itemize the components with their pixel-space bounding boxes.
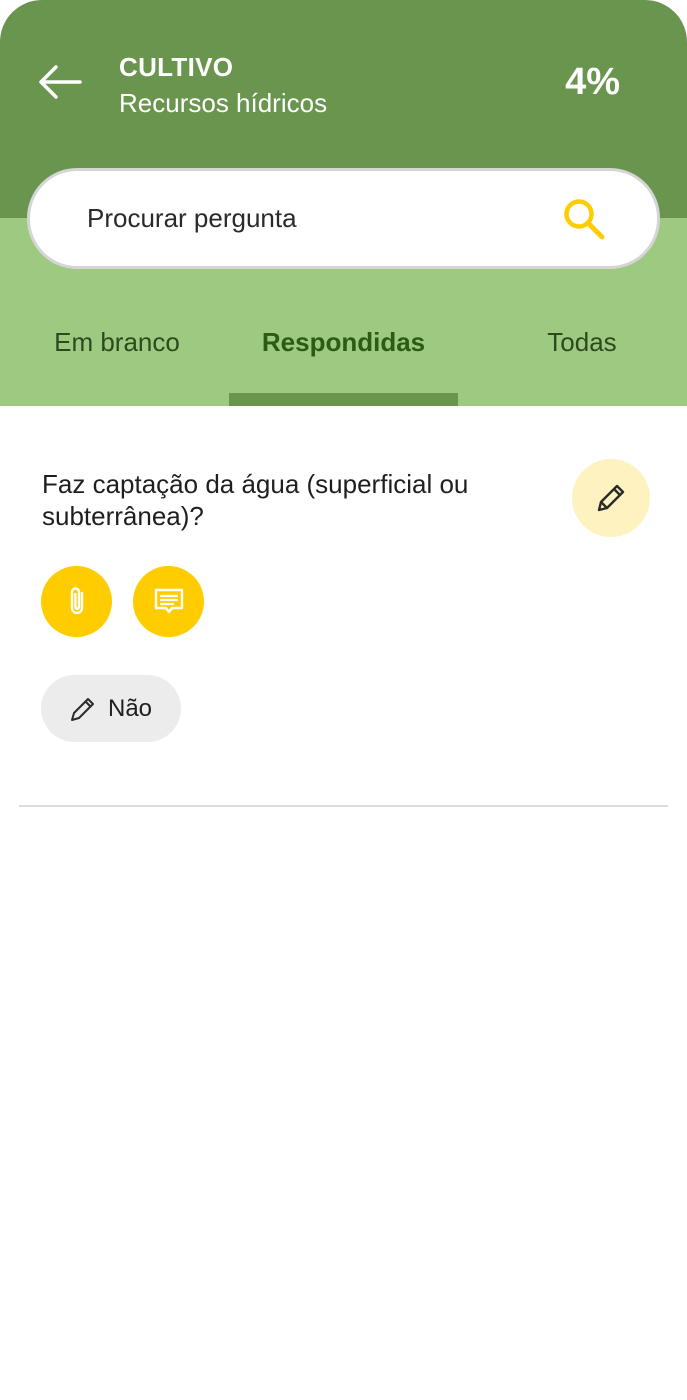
search-bar[interactable]	[27, 168, 660, 269]
arrow-left-icon	[39, 65, 82, 99]
tab-blank[interactable]: Em branco	[28, 322, 206, 362]
page-title: CULTIVO	[119, 52, 234, 82]
back-button[interactable]	[30, 56, 90, 108]
comment-icon	[154, 588, 183, 613]
question-text: Faz captação da água (superficial ou sub…	[42, 469, 469, 531]
tab-bar: Em branco Respondidas Todas	[0, 300, 687, 406]
active-tab-indicator	[229, 393, 458, 406]
comment-button[interactable]	[133, 566, 204, 637]
header-titles: CULTIVO Recursos hídricos	[119, 52, 327, 120]
answer-chip[interactable]: Não	[41, 675, 181, 742]
search-icon[interactable]	[559, 194, 609, 244]
progress-percent: 4%	[565, 61, 620, 103]
edit-question-button[interactable]	[572, 459, 650, 537]
tab-all[interactable]: Todas	[496, 322, 668, 362]
tab-answered[interactable]: Respondidas	[229, 322, 458, 362]
attach-button[interactable]	[41, 566, 112, 637]
page-subtitle: Recursos hídricos	[119, 88, 328, 118]
question-card: Faz captação da água (superficial ou sub…	[19, 406, 668, 808]
pencil-icon	[597, 484, 625, 512]
question-divider	[19, 805, 668, 807]
answer-label: Não	[108, 694, 153, 722]
search-input[interactable]	[87, 203, 559, 234]
app-screen: CULTIVO Recursos hídricos 4% Em branco R…	[0, 0, 687, 1400]
paperclip-icon	[70, 586, 83, 614]
pencil-icon	[71, 697, 94, 721]
